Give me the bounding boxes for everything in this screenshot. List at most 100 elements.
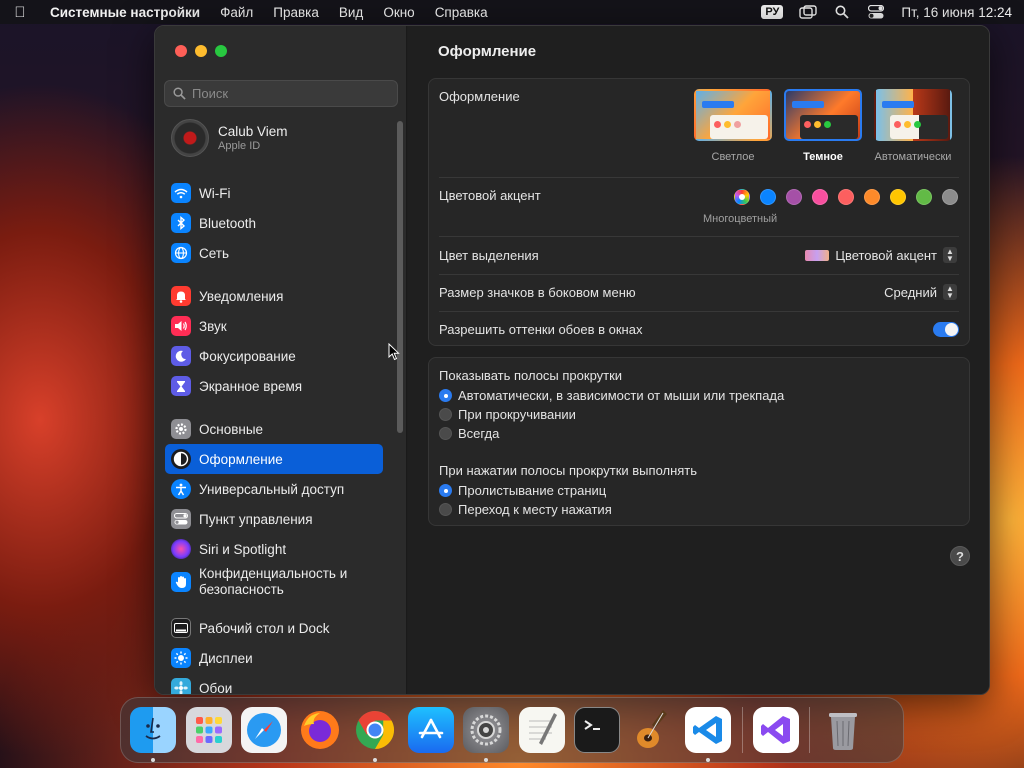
sidebar-item-privacy-security[interactable]: Конфиденциальность и безопасность <box>165 564 383 600</box>
dock-divider <box>809 707 810 753</box>
accent-multicolor-swatch[interactable] <box>734 189 750 205</box>
sidebar-item-focus[interactable]: Фокусирование <box>165 341 383 371</box>
menu-edit[interactable]: Правка <box>263 5 329 20</box>
window-controls <box>175 45 227 57</box>
globe-icon <box>171 243 191 263</box>
appearance-option-light[interactable]: Светлое <box>692 89 774 163</box>
accent-graphite-swatch[interactable] <box>942 189 958 205</box>
sidebar-item-notifications[interactable]: Уведомления <box>165 281 383 311</box>
dock-visual-studio-icon[interactable] <box>752 707 799 753</box>
apple-menu-icon[interactable]:  <box>0 4 40 21</box>
accent-green-swatch[interactable] <box>916 189 932 205</box>
control-center-icon <box>171 509 191 529</box>
appearance-light-preview <box>694 89 772 141</box>
appearance-option-label: Темное <box>803 151 843 163</box>
accent-color-label: Цветовой акцент <box>439 188 541 203</box>
dock-system-settings-icon[interactable] <box>463 707 509 762</box>
window-switcher-icon[interactable] <box>799 5 818 19</box>
scrollbars-option-automatic[interactable]: Автоматически, в зависимости от мыши или… <box>439 388 784 403</box>
sidebar-item-screen-time[interactable]: Экранное время <box>165 371 383 401</box>
scroll-click-option-page[interactable]: Пролистывание страниц <box>439 483 606 498</box>
menu-view[interactable]: Вид <box>329 5 373 20</box>
spotlight-search-icon[interactable] <box>833 5 851 19</box>
appearance-option-dark[interactable]: Темное <box>782 89 864 163</box>
input-source-badge[interactable]: РУ <box>761 5 784 19</box>
appearance-group: Оформление Светлое Темное Автоматически … <box>428 78 970 346</box>
radio-button[interactable] <box>439 389 452 402</box>
settings-window: Calub Viem Apple ID Wi-Fi Bluetooth <box>154 25 990 695</box>
dock-vscode-icon[interactable] <box>685 707 731 762</box>
menu-extras: РУ Пт, 16 июня 12:24 <box>761 5 1024 20</box>
profile-subtitle: Apple ID <box>218 140 261 152</box>
minimize-window-button[interactable] <box>195 45 207 57</box>
radio-button[interactable] <box>439 408 452 421</box>
accent-red-swatch[interactable] <box>838 189 854 205</box>
dock-firefox-icon[interactable] <box>297 707 343 753</box>
dock-safari-icon[interactable] <box>241 707 287 753</box>
accent-pink-swatch[interactable] <box>812 189 828 205</box>
appearance-option-label: Светлое <box>711 151 755 163</box>
sidebar-icon-size-label: Размер значков в боковом меню <box>439 285 636 300</box>
highlight-color-popup[interactable]: Цветовой акцент ▲ ▼ <box>805 247 957 263</box>
dock-divider <box>741 707 743 753</box>
accent-blue-swatch[interactable] <box>760 189 776 205</box>
sidebar-item-label: Фокусирование <box>199 348 296 364</box>
dock-textedit-icon[interactable] <box>518 707 565 753</box>
dock-app-store-icon[interactable] <box>407 707 454 753</box>
sidebar-item-displays[interactable]: Дисплеи <box>165 643 383 673</box>
sidebar-item-general[interactable]: Основные <box>165 414 383 444</box>
profile-name: Calub Viem <box>218 124 288 139</box>
scrollbars-option-when-scrolling[interactable]: При прокручивании <box>439 407 576 422</box>
sidebar-item-desktop-dock[interactable]: Рабочий стол и Dock <box>165 613 383 643</box>
dock-finder-icon[interactable] <box>130 707 176 762</box>
dock-trash-icon[interactable] <box>820 707 866 753</box>
chevron-up-down-icon: ▲ ▼ <box>943 284 957 300</box>
help-button[interactable]: ? <box>950 546 970 566</box>
wallpaper-tinting-toggle[interactable] <box>933 322 959 337</box>
sidebar-item-control-center[interactable]: Пункт управления <box>165 504 383 534</box>
menubar-clock[interactable]: Пт, 16 июня 12:24 <box>901 5 1012 20</box>
sidebar-item-accessibility[interactable]: Универсальный доступ <box>165 474 383 504</box>
sidebar-item-sound[interactable]: Звук <box>165 311 383 341</box>
sidebar-item-wallpaper[interactable]: Обои <box>165 673 383 694</box>
control-center-icon[interactable] <box>867 5 885 19</box>
moon-icon <box>171 346 191 366</box>
sidebar-scrollbar[interactable] <box>397 121 403 433</box>
sidebar-icon-size-popup[interactable]: Средний ▲ ▼ <box>884 284 957 300</box>
hand-icon <box>171 572 191 592</box>
appearance-option-auto[interactable]: Автоматически <box>872 89 954 163</box>
sidebar-item-bluetooth[interactable]: Bluetooth <box>165 208 383 238</box>
menu-help[interactable]: Справка <box>425 5 498 20</box>
radio-label: Переход к месту нажатия <box>458 502 612 517</box>
sidebar-item-appearance[interactable]: Оформление <box>165 444 383 474</box>
dock-chrome-icon[interactable] <box>352 707 398 762</box>
scrollbars-option-always[interactable]: Всегда <box>439 426 499 441</box>
dock-terminal-icon[interactable] <box>574 707 620 753</box>
highlight-color-label: Цвет выделения <box>439 248 539 263</box>
radio-button[interactable] <box>439 427 452 440</box>
sidebar-item-label: Основные <box>199 421 264 437</box>
dock-garageband-icon[interactable] <box>630 707 676 753</box>
apple-id-profile[interactable]: Calub Viem Apple ID <box>171 119 288 157</box>
menu-window[interactable]: Окно <box>373 5 424 20</box>
show-scrollbars-label: Показывать полосы прокрутки <box>439 368 623 383</box>
sidebar-item-network[interactable]: Сеть <box>165 238 383 268</box>
scroll-click-label: При нажатии полосы прокрутки выполнять <box>439 463 698 478</box>
scroll-click-option-spot[interactable]: Переход к месту нажатия <box>439 502 612 517</box>
menu-app-name[interactable]: Системные настройки <box>40 5 210 20</box>
sidebar-item-label: Конфиденциальность и безопасность <box>199 566 348 597</box>
menu-file[interactable]: Файл <box>210 5 263 20</box>
zoom-window-button[interactable] <box>215 45 227 57</box>
radio-button[interactable] <box>439 503 452 516</box>
accent-yellow-swatch[interactable] <box>890 189 906 205</box>
sidebar-item-wifi[interactable]: Wi-Fi <box>165 178 383 208</box>
sidebar-item-siri-spotlight[interactable]: Siri и Spotlight <box>165 534 383 564</box>
dock-launchpad-icon[interactable] <box>185 707 232 753</box>
hourglass-icon <box>171 376 191 396</box>
menu-bar:  Системные настройки Файл Правка Вид Ок… <box>0 0 1024 24</box>
accent-orange-swatch[interactable] <box>864 189 880 205</box>
radio-button[interactable] <box>439 484 452 497</box>
search-input[interactable] <box>192 86 382 101</box>
close-window-button[interactable] <box>175 45 187 57</box>
accent-purple-swatch[interactable] <box>786 189 802 205</box>
